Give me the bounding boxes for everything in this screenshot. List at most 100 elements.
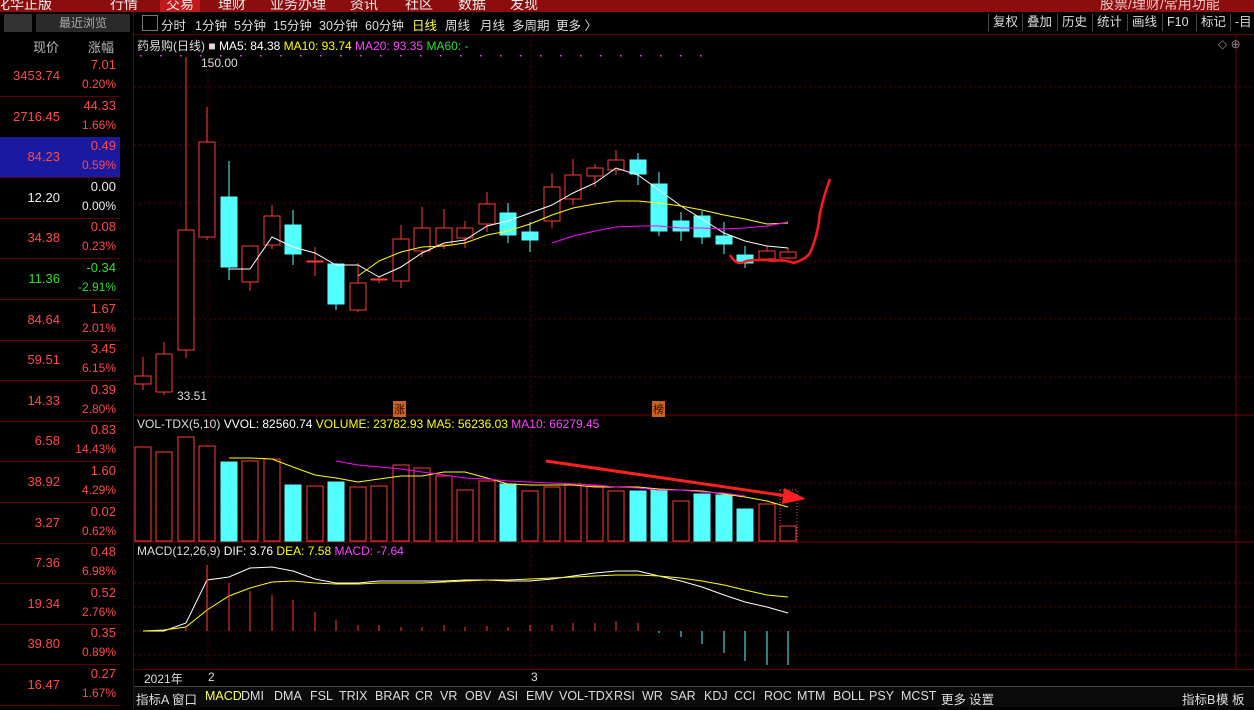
period-minute-time[interactable]: 分时 <box>161 15 186 34</box>
indicator-tab[interactable]: OBV <box>465 689 491 703</box>
indicator-tab[interactable]: 窗口 <box>172 689 197 708</box>
indicator-tab[interactable]: ROC <box>764 689 792 703</box>
indicator-tab[interactable]: DMI <box>241 689 264 703</box>
watchlist-row[interactable]: 6.58 0.83 14.43% <box>0 421 120 463</box>
watchlist-tab-1[interactable] <box>4 14 32 32</box>
indicator-tab-right[interactable]: 指标B <box>1182 689 1215 708</box>
watchlist-row[interactable]: 2716.45 44.33 1.66% <box>0 97 120 138</box>
tab-recent[interactable]: 最近浏览 <box>36 14 130 32</box>
period-monthly[interactable]: 月线 <box>480 15 505 34</box>
watchlist-row[interactable]: 34.38 0.08 0.23% <box>0 218 120 260</box>
indicator-tab[interactable]: MCST <box>901 689 936 703</box>
period-30min[interactable]: 30分钟 <box>319 15 358 34</box>
panel-controls[interactable]: ◇ ⊕ <box>1218 37 1241 51</box>
indicator-tab[interactable]: RSI <box>614 689 635 703</box>
macd-legend: MACD(12,26,9) DIF: 3.76 DEA: 7.58 MACD: … <box>137 544 404 558</box>
row-change: 0.52 <box>90 584 116 600</box>
watchlist-row[interactable]: 84.64 1.67 2.01% <box>0 300 120 341</box>
indicator-tab[interactable]: DMA <box>274 689 302 703</box>
indicator-tab-right[interactable]: 板 <box>1232 689 1245 708</box>
row-percent: 0.20% <box>81 77 116 91</box>
period-60min[interactable]: 60分钟 <box>365 15 404 34</box>
candle-up <box>564 174 582 200</box>
btn-stats[interactable]: 统计 <box>1092 14 1122 31</box>
grid-icon[interactable] <box>142 15 158 31</box>
period-daily[interactable]: 日线 <box>412 15 437 34</box>
indicator-tab[interactable]: TRIX <box>339 689 367 703</box>
indicator-tab[interactable]: EMV <box>526 689 553 703</box>
indicator-tab[interactable]: BOLL <box>833 689 865 703</box>
indicator-tab[interactable]: CR <box>415 689 433 703</box>
btn-adjust[interactable]: 复权 <box>988 14 1018 31</box>
indicator-tab[interactable]: FSL <box>310 689 333 703</box>
indicator-tab[interactable]: ASI <box>498 689 518 703</box>
marker-limit-up[interactable]: 涨 <box>393 401 406 417</box>
menu-business[interactable]: 业务办理 <box>270 0 326 12</box>
period-weekly[interactable]: 周线 <box>445 15 470 34</box>
search-hint[interactable]: 股票/理财/常用功能 <box>1100 0 1220 12</box>
btn-draw[interactable]: 画线 <box>1127 14 1157 31</box>
watchlist-row[interactable]: 19.34 0.52 2.76% <box>0 584 120 625</box>
row-change: 0.35 <box>90 625 116 641</box>
chart-area[interactable] <box>134 35 1254 686</box>
marker-rank[interactable]: 榜 <box>652 401 665 417</box>
menu-data[interactable]: 数据 <box>458 0 486 12</box>
watchlist-row[interactable]: 3.27 0.02 0.62% <box>0 503 120 544</box>
row-price: 6.58 <box>34 433 60 449</box>
period-more[interactable]: 更多 〉 <box>556 15 597 34</box>
menu-community[interactable]: 社区 <box>405 0 433 12</box>
volume-bar-up <box>478 480 496 542</box>
watchlist-row[interactable]: 12.20 0.00 0.00% <box>0 178 120 219</box>
watchlist-row[interactable]: 11.36 -0.34 -2.91% <box>0 259 120 300</box>
indicator-tab[interactable]: WR <box>642 689 663 703</box>
period-1min[interactable]: 1分钟 <box>195 15 227 34</box>
indicator-tab[interactable]: VR <box>440 689 457 703</box>
menu-news[interactable]: 资讯 <box>350 0 378 12</box>
watchlist-row[interactable]: 16.47 0.27 1.67% <box>0 665 120 706</box>
menu-trade[interactable]: 交易 <box>160 0 200 12</box>
menu-discover[interactable]: 发现 <box>510 0 538 12</box>
date-axis: 2021年 2 3 <box>134 669 1254 686</box>
period-15min[interactable]: 15分钟 <box>273 15 312 34</box>
ma-dot <box>140 55 142 57</box>
period-multi[interactable]: 多周期 <box>512 15 550 34</box>
watchlist-row[interactable]: 39.80 0.35 0.89% <box>0 624 120 666</box>
ma-dot <box>540 55 542 57</box>
row-percent: 0.23% <box>81 239 116 254</box>
volume-bar-up <box>306 485 324 542</box>
watchlist-row[interactable]: 38.92 1.60 4.29% <box>0 462 120 503</box>
indicator-tab[interactable]: PSY <box>869 689 894 703</box>
ma-dot <box>700 55 702 57</box>
row-price: 2716.45 <box>13 108 60 124</box>
volume-bar-down <box>284 484 302 542</box>
indicator-tab[interactable]: MTM <box>797 689 825 703</box>
watchlist-row[interactable]: 3453.74 7.01 0.20% <box>0 56 120 97</box>
indicator-tab[interactable]: 更多 <box>941 689 966 708</box>
watchlist-row[interactable]: 84.23 0.49 0.59% <box>0 137 120 179</box>
indicator-tab[interactable]: BRAR <box>375 689 410 703</box>
watchlist-row[interactable]: 59.51 3.45 6.15% <box>0 340 120 382</box>
btn-history[interactable]: 历史 <box>1057 14 1087 31</box>
row-change: 0.02 <box>90 503 116 519</box>
indicator-tab[interactable]: MACD <box>205 689 242 703</box>
btn-mark[interactable]: 标记 <box>1196 14 1226 31</box>
indicator-tab[interactable]: 设置 <box>969 689 994 708</box>
ma20-line <box>551 221 789 244</box>
menu-quotes[interactable]: 行情 <box>110 0 138 12</box>
watchlist-row[interactable]: 7.36 0.48 6.98% <box>0 543 120 585</box>
indicator-tab[interactable]: CCI <box>734 689 756 703</box>
period-5min[interactable]: 5分钟 <box>234 15 266 34</box>
indicator-tab[interactable]: SAR <box>670 689 696 703</box>
indicator-tab[interactable]: VOL-TDX <box>559 689 613 703</box>
menu-finance[interactable]: 理财 <box>218 0 246 12</box>
btn-layout[interactable]: -目 <box>1230 14 1252 31</box>
watchlist-row[interactable]: 14.33 0.39 2.80% <box>0 381 120 422</box>
indicator-tab[interactable]: 指标A <box>136 689 169 708</box>
indicator-tab[interactable]: KDJ <box>704 689 728 703</box>
volume-bar-up <box>413 467 431 542</box>
indicator-tab-right[interactable]: 模 <box>1216 689 1229 708</box>
btn-f10[interactable]: F10 <box>1162 14 1189 31</box>
candle-down <box>650 183 668 232</box>
btn-overlay[interactable]: 叠加 <box>1022 14 1052 31</box>
dif-line <box>143 566 789 632</box>
